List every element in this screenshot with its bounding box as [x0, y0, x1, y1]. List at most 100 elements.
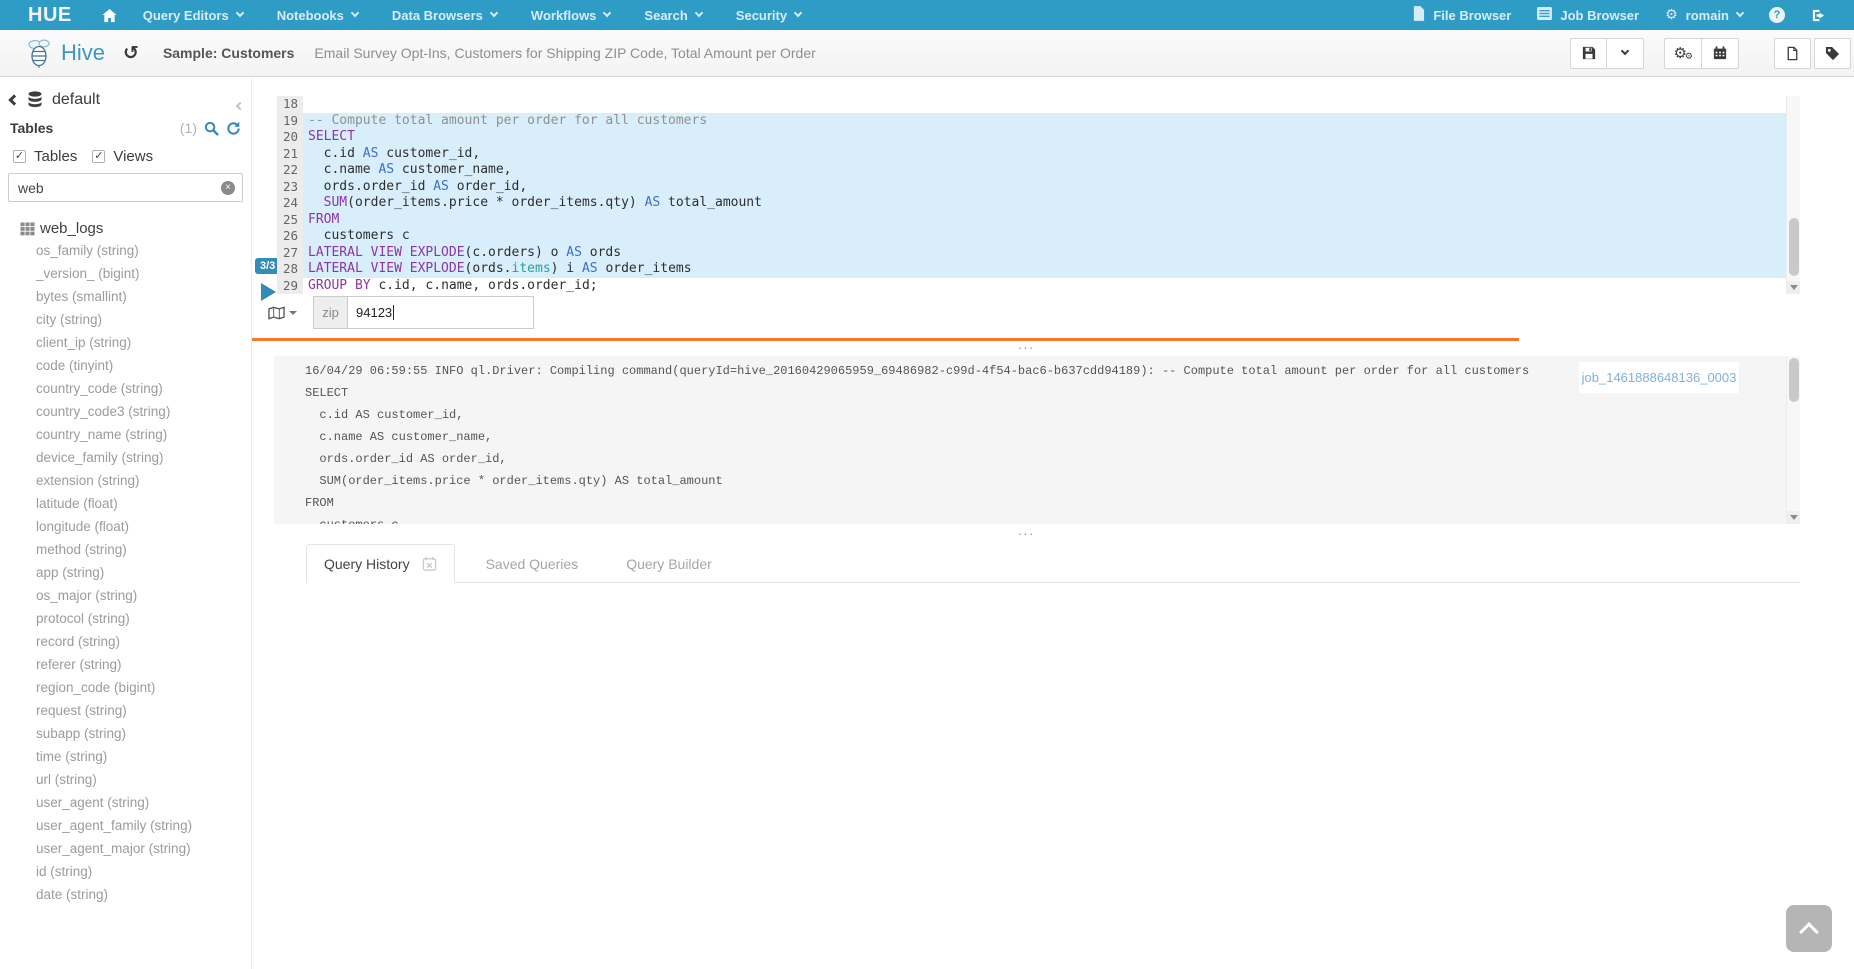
app-name[interactable]: Hive	[61, 40, 105, 66]
column-item[interactable]: user_agent_family (string)	[0, 814, 251, 837]
column-item[interactable]: time (string)	[0, 745, 251, 768]
tab-query-history[interactable]: Query History	[306, 544, 455, 583]
editor-line[interactable]: 28LATERAL VIEW EXPLODE(ords.items) i AS …	[277, 261, 1786, 278]
new-query-button[interactable]	[1774, 38, 1811, 69]
column-item[interactable]: device_family (string)	[0, 446, 251, 469]
sql-token: order_items	[598, 261, 692, 276]
editor-line[interactable]: 22 c.name AS customer_name,	[277, 162, 1786, 179]
column-item[interactable]: longitude (float)	[0, 515, 251, 538]
settings-gears-button[interactable]: ⚙⚙	[1664, 38, 1702, 69]
user-menu[interactable]: ⚙ romain	[1665, 7, 1743, 23]
database-selector[interactable]: default	[10, 91, 100, 109]
column-item[interactable]: user_agent (string)	[0, 791, 251, 814]
editor-line[interactable]: 18	[277, 96, 1786, 113]
column-item[interactable]: code (tinyint)	[0, 354, 251, 377]
column-item[interactable]: extension (string)	[0, 469, 251, 492]
column-item[interactable]: country_name (string)	[0, 423, 251, 446]
column-item[interactable]: subapp (string)	[0, 722, 251, 745]
calendar-remove-icon[interactable]	[422, 556, 437, 571]
column-item[interactable]: country_code3 (string)	[0, 400, 251, 423]
scrollbar-down-arrow[interactable]	[1787, 281, 1800, 294]
column-item[interactable]: os_major (string)	[0, 584, 251, 607]
column-item[interactable]: country_code (string)	[0, 377, 251, 400]
save-button[interactable]	[1570, 38, 1607, 69]
editor-line[interactable]: 23 ords.order_id AS order_id,	[277, 179, 1786, 196]
sql-token: (ords.	[465, 261, 512, 276]
resize-grip[interactable]: ···	[252, 343, 1800, 353]
column-item[interactable]: latitude (float)	[0, 492, 251, 515]
menu-data-browsers[interactable]: Data Browsers	[392, 8, 497, 23]
tab-saved-queries[interactable]: Saved Queries	[469, 544, 596, 583]
column-item[interactable]: id (string)	[0, 860, 251, 883]
column-item[interactable]: method (string)	[0, 538, 251, 561]
tables-checkbox[interactable]: ✓	[13, 150, 26, 163]
column-item[interactable]: bytes (smallint)	[0, 285, 251, 308]
column-item[interactable]: app (string)	[0, 561, 251, 584]
column-item[interactable]: request (string)	[0, 699, 251, 722]
clear-search-icon[interactable]: ×	[221, 181, 235, 195]
save-options-button[interactable]	[1607, 38, 1644, 69]
code-editor[interactable]: 1819-- Compute total amount per order fo…	[277, 96, 1786, 294]
job-browser-button[interactable]: Job Browser	[1537, 7, 1639, 23]
views-checkbox[interactable]: ✓	[92, 150, 105, 163]
tab-label: Query History	[324, 556, 410, 572]
scroll-to-top-button[interactable]	[1786, 905, 1832, 952]
column-item[interactable]: date (string)	[0, 883, 251, 906]
logout-icon[interactable]	[1811, 8, 1826, 23]
scrollbar-down-arrow[interactable]	[1787, 511, 1800, 524]
log-scrollbar[interactable]	[1786, 356, 1800, 524]
column-item[interactable]: protocol (string)	[0, 607, 251, 630]
column-item[interactable]: referer (string)	[0, 653, 251, 676]
menu-notebooks[interactable]: Notebooks	[277, 8, 358, 23]
table-item-web-logs[interactable]: web_logs	[20, 220, 103, 237]
column-item[interactable]: record (string)	[0, 630, 251, 653]
sql-token: items	[512, 261, 551, 276]
collapse-sidebar-icon[interactable]	[237, 96, 243, 114]
table-search-input[interactable]	[9, 179, 221, 197]
database-name[interactable]: default	[52, 91, 100, 109]
resize-grip[interactable]: ···	[252, 529, 1800, 539]
column-item[interactable]: url (string)	[0, 768, 251, 791]
topnav-right: File Browser Job Browser ⚙ romain ?	[1412, 6, 1826, 24]
code-text: -- Compute total amount per order for al…	[303, 113, 1786, 130]
editor-line[interactable]: 21 c.id AS customer_id,	[277, 146, 1786, 163]
menu-workflows[interactable]: Workflows	[531, 8, 611, 23]
column-item[interactable]: client_ip (string)	[0, 331, 251, 354]
menu-query-editors[interactable]: Query Editors	[143, 8, 243, 23]
editor-line[interactable]: 29GROUP BY c.id, c.name, ords.order_id;	[277, 278, 1786, 295]
line-number: 25	[277, 212, 303, 229]
search-icon[interactable]	[204, 121, 219, 136]
editor-scrollbar[interactable]	[1786, 96, 1800, 294]
editor-line[interactable]: 25FROM	[277, 212, 1786, 229]
editor-line[interactable]: 26 customers c	[277, 228, 1786, 245]
editor-line[interactable]: 20SELECT	[277, 129, 1786, 146]
variables-map-button[interactable]	[268, 306, 297, 320]
help-icon[interactable]: ?	[1769, 7, 1785, 23]
tab-query-builder[interactable]: Query Builder	[609, 544, 729, 583]
back-chevron-icon[interactable]	[8, 94, 19, 105]
file-browser-button[interactable]: File Browser	[1412, 6, 1511, 24]
bottom-tabs: Query History Saved Queries Query Builder	[306, 544, 1800, 583]
hue-logo[interactable]: HUE	[28, 4, 72, 27]
column-item[interactable]: region_code (bigint)	[0, 676, 251, 699]
editor-line[interactable]: 27LATERAL VIEW EXPLODE(c.orders) o AS or…	[277, 245, 1786, 262]
scrollbar-thumb[interactable]	[1789, 358, 1799, 402]
query-history-icon[interactable]: ↺	[123, 44, 139, 63]
column-item[interactable]: city (string)	[0, 308, 251, 331]
variable-value-input[interactable]: 94123	[347, 296, 534, 329]
home-icon[interactable]	[102, 8, 117, 23]
job-link[interactable]: job_1461888648136_0003	[1579, 362, 1739, 393]
scrollbar-thumb[interactable]	[1789, 218, 1799, 276]
menu-search[interactable]: Search	[644, 8, 701, 23]
editor-line[interactable]: 24 SUM(order_items.price * order_items.q…	[277, 195, 1786, 212]
refresh-icon[interactable]	[226, 121, 241, 136]
execute-query-button[interactable]	[261, 283, 276, 301]
menu-security[interactable]: Security	[736, 8, 801, 23]
line-number: 28	[277, 261, 303, 278]
schedule-calendar-button[interactable]	[1702, 38, 1739, 69]
editor-line[interactable]: 19-- Compute total amount per order for …	[277, 113, 1786, 130]
tags-button[interactable]	[1814, 38, 1851, 69]
column-item[interactable]: os_family (string)	[0, 239, 251, 262]
column-item[interactable]: _version_ (bigint)	[0, 262, 251, 285]
column-item[interactable]: user_agent_major (string)	[0, 837, 251, 860]
